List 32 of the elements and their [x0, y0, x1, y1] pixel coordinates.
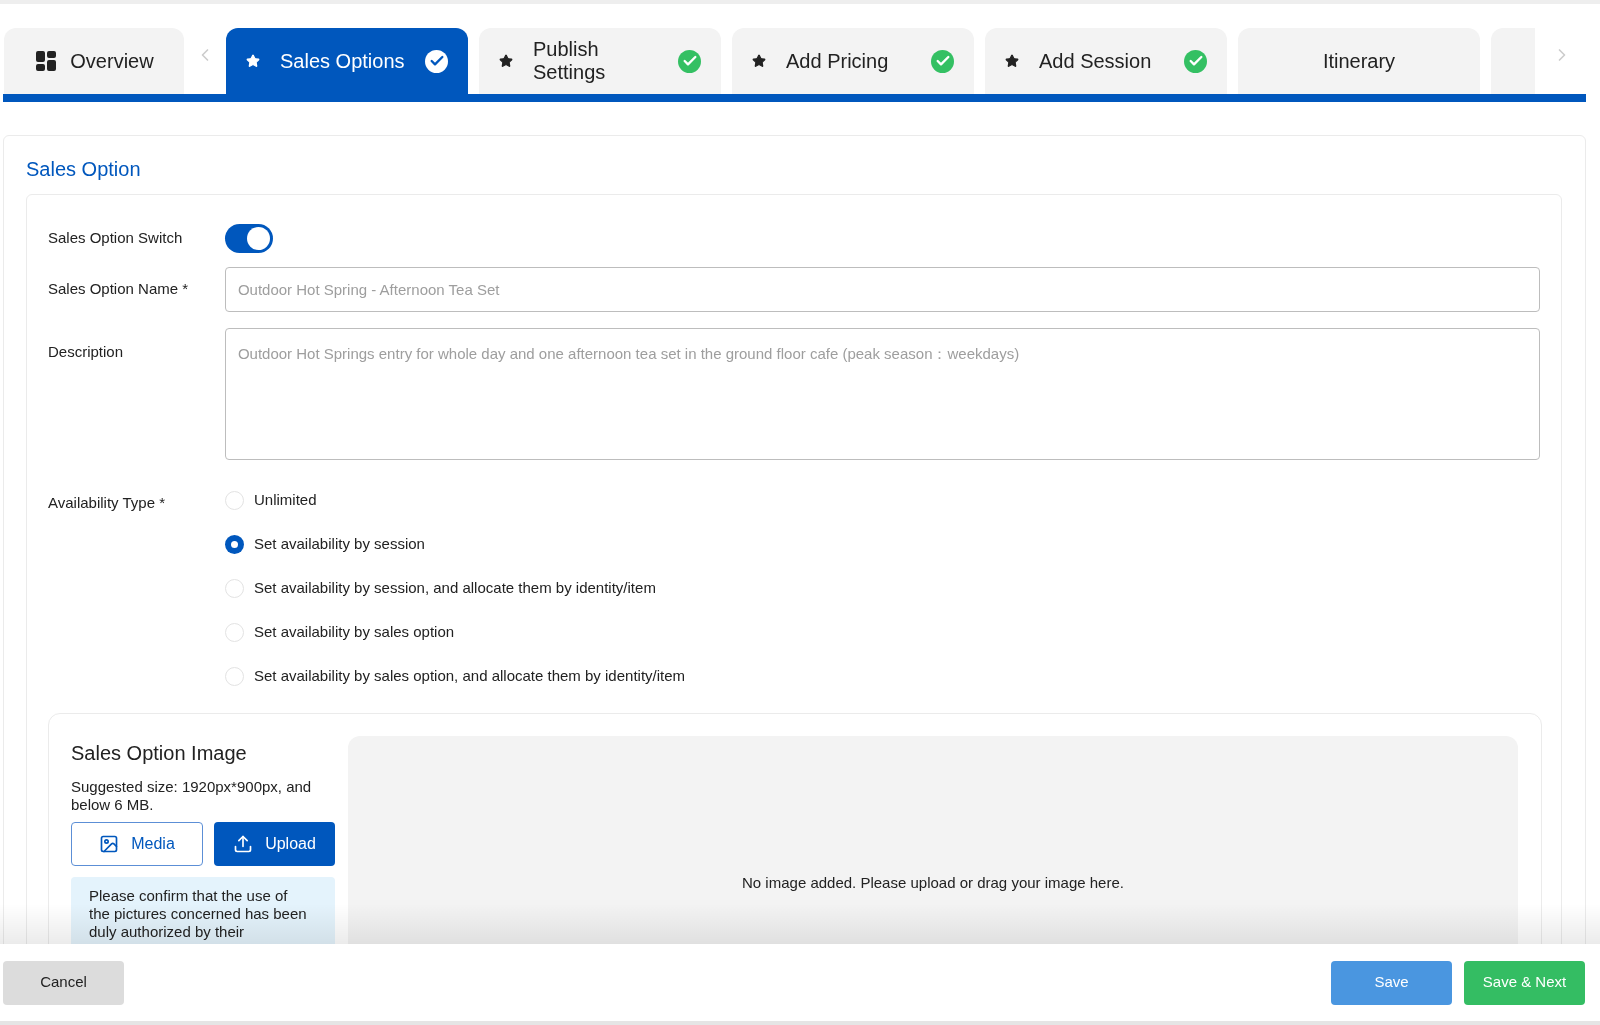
radio-option[interactable]: Set availability by session [225, 532, 686, 556]
field-label: Sales Option Switch [48, 227, 184, 248]
cancel-button[interactable]: Cancel [3, 960, 124, 1005]
tab-edge [1491, 28, 1535, 94]
description-field[interactable]: Outdoor Hot Springs entry for whole day and one afternoon tea set in the ground floor cafe (peak season：weekdays) [224, 328, 1540, 460]
tab[interactable]: Publish Settings [479, 28, 721, 94]
radio-option[interactable]: Set availability by sales option [225, 620, 686, 644]
image-drop-zone[interactable]: No image added. Please upload or drag your image here. [348, 736, 1518, 944]
radio-button[interactable] [225, 534, 244, 554]
field-label: Sales Option Name * [48, 279, 190, 300]
name-field[interactable]: Outdoor Hot Spring - Afternoon Tea Set [224, 267, 1540, 312]
notice-text: Please confirm that the use of the pictures concerned has been duly authorized by their [89, 887, 308, 941]
section-title: Sales Option [26, 157, 142, 182]
image-icon [99, 834, 120, 854]
tab[interactable]: Overview [4, 28, 184, 94]
dashboard-icon [34, 49, 59, 73]
empty-image-text: No image added. Please upload or drag your image here. [742, 873, 1124, 893]
tab[interactable]: Itinerary [1238, 28, 1480, 94]
field-label: Availability Type * [48, 493, 166, 513]
tab[interactable]: Sales Options [226, 28, 468, 94]
media-button[interactable]: Media [71, 822, 203, 866]
tab[interactable]: Add Session [985, 28, 1227, 94]
field-label: Description [48, 342, 125, 362]
tab[interactable]: Add Pricing [732, 28, 974, 94]
radio-option[interactable]: Set availability by sales option, and allocate them by identity/item [225, 664, 686, 688]
image-title: Sales Option Image [71, 741, 248, 766]
upload-icon [233, 834, 254, 854]
radio-option[interactable]: Set availability by session, and allocate them by identity/item [225, 576, 686, 600]
upload-button[interactable]: Upload [214, 822, 335, 866]
size-hint: Suggested size: 1920px*900px, and below 6 MB. [71, 778, 313, 814]
toggle-switch[interactable] [225, 223, 273, 253]
radio-option[interactable]: Unlimited [225, 488, 686, 512]
